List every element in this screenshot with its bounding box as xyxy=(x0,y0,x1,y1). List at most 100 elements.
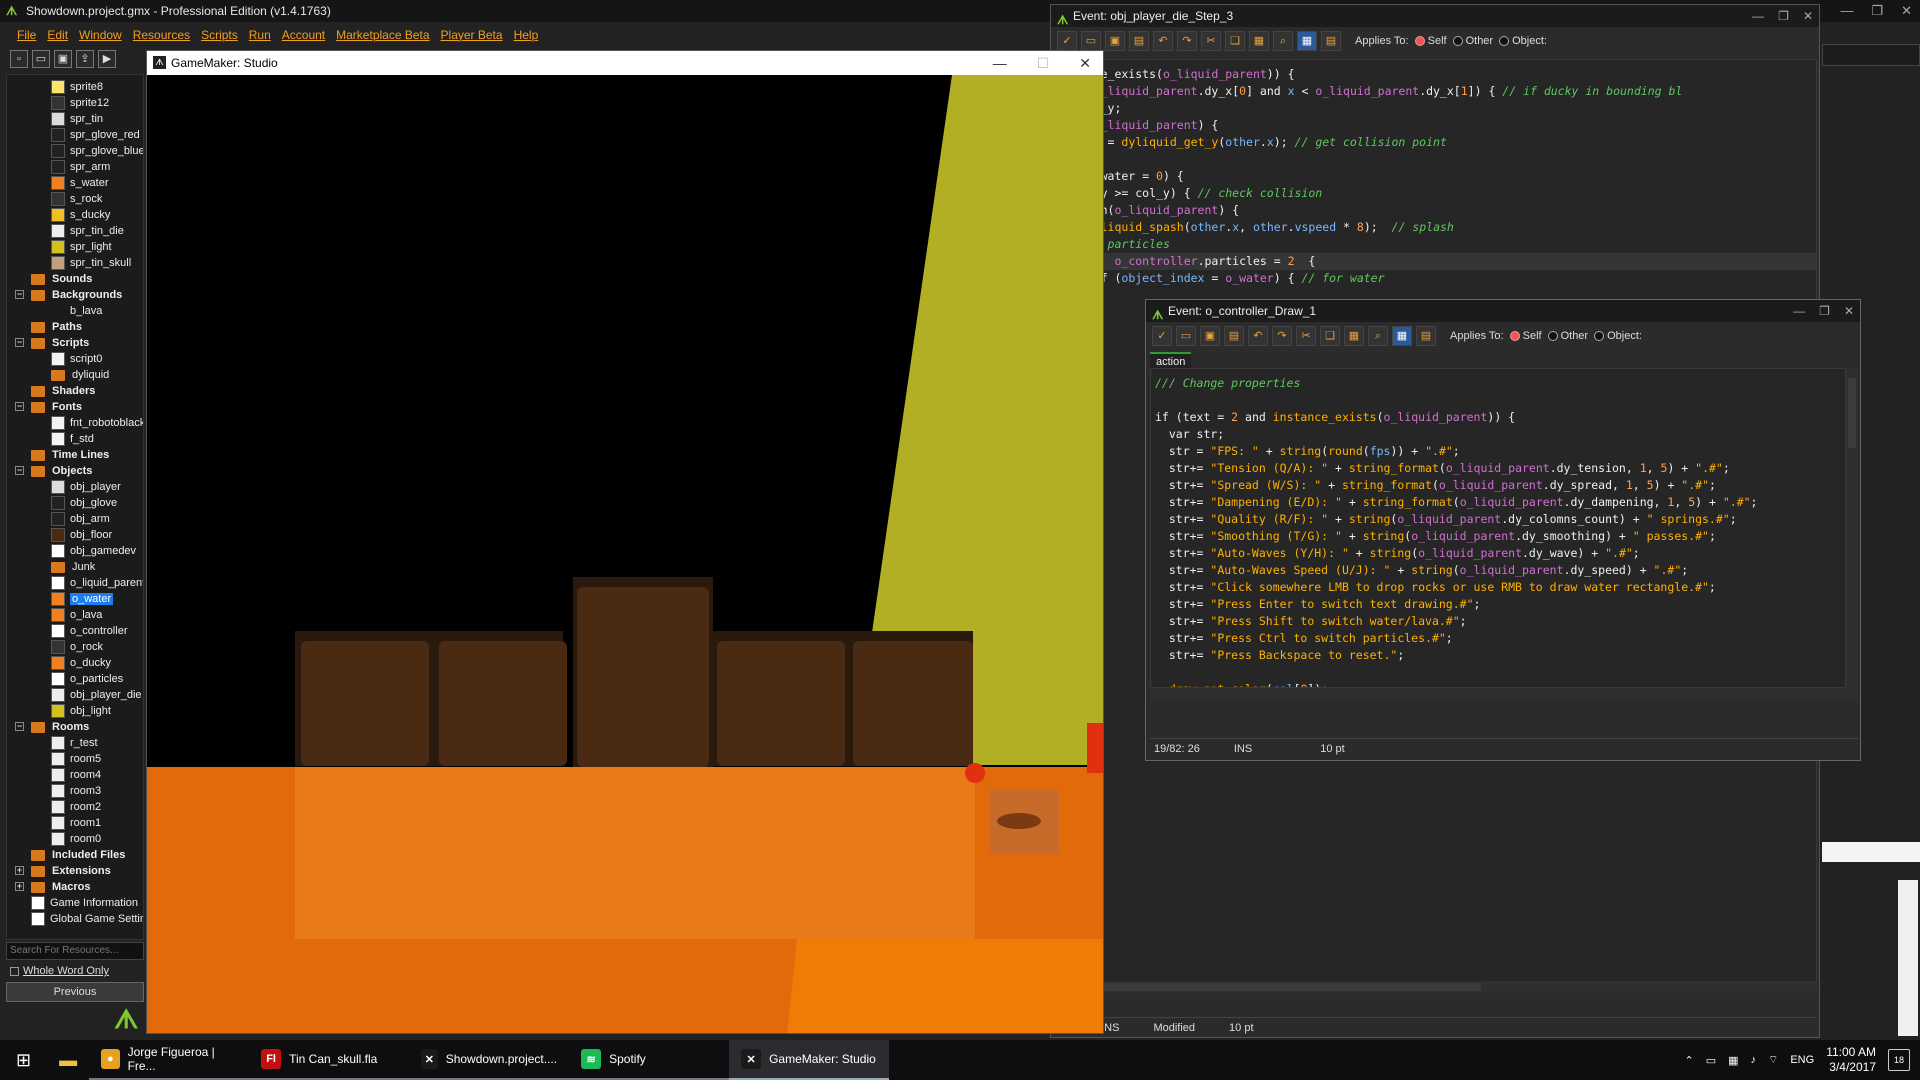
code-text-area[interactable]: /// Change properties if (text = 2 and in… xyxy=(1150,368,1846,688)
clock[interactable]: 11:00 AM 3/4/2017 xyxy=(1826,1045,1876,1075)
close-icon[interactable]: ✕ xyxy=(1079,51,1091,75)
self-radio[interactable]: Self xyxy=(1509,330,1542,342)
menu-scripts[interactable]: Scripts xyxy=(201,24,238,46)
tree-item[interactable]: obj_floor xyxy=(51,527,112,543)
save-icon[interactable]: ▣ xyxy=(54,50,72,68)
new-file-icon[interactable]: ▫ xyxy=(10,50,28,68)
resource-search-input[interactable]: Search For Resources... xyxy=(6,942,144,960)
game-title-bar[interactable]: ᗑ GameMaker: Studio — ☐ ✕ xyxy=(147,51,1103,75)
search-icon[interactable]: ⌕ xyxy=(1273,31,1293,51)
tree-item[interactable]: o_ducky xyxy=(51,655,111,671)
tree-item[interactable]: spr_glove_red xyxy=(51,127,140,143)
redo-icon[interactable]: ↷ xyxy=(1272,326,1292,346)
search-icon[interactable]: ⌕ xyxy=(1368,326,1388,346)
tree-item[interactable]: obj_arm xyxy=(51,511,110,527)
tree-item[interactable]: dyliquid xyxy=(51,367,109,383)
tree-item[interactable]: script0 xyxy=(51,351,102,367)
close-icon[interactable]: ✕ xyxy=(1844,300,1854,322)
collapse-icon[interactable]: − xyxy=(15,466,24,475)
battery-icon[interactable]: ▭ xyxy=(1706,1054,1716,1067)
tree-folder[interactable]: − Rooms xyxy=(15,719,89,735)
grid-icon[interactable]: ▦ xyxy=(1392,326,1412,346)
other-radio[interactable]: Other xyxy=(1547,330,1588,342)
tree-folder[interactable]: − Backgrounds xyxy=(15,287,122,303)
tree-item[interactable]: spr_tin_die xyxy=(51,223,124,239)
save-icon[interactable]: ▣ xyxy=(1105,31,1125,51)
tree-item[interactable]: b_lava xyxy=(51,303,102,319)
collapse-icon[interactable]: − xyxy=(15,402,24,411)
tree-item[interactable]: o_water xyxy=(51,591,114,607)
minimize-icon[interactable]: — xyxy=(1840,0,1853,22)
scrollbar-thumb[interactable] xyxy=(1848,378,1856,448)
tree-item[interactable]: obj_player_die xyxy=(51,687,142,703)
paste-icon[interactable]: ▦ xyxy=(1344,326,1364,346)
tree-item[interactable]: spr_tin_skull xyxy=(51,255,131,271)
grid-icon[interactable]: ▦ xyxy=(1297,31,1317,51)
self-radio[interactable]: Self xyxy=(1414,35,1447,47)
tree-item[interactable]: o_liquid_parent xyxy=(51,575,143,591)
tree-item[interactable]: obj_light xyxy=(51,703,111,719)
start-button[interactable]: ⊞ xyxy=(0,1040,47,1080)
open-icon[interactable]: ▭ xyxy=(1176,326,1196,346)
tree-item[interactable]: room1 xyxy=(51,815,101,831)
code-editor-title-bar[interactable]: ᗑ Event: obj_player_die_Step_3 — ❐ ✕ xyxy=(1051,5,1819,27)
tree-folder[interactable]: − Objects xyxy=(15,463,92,479)
collapse-icon[interactable]: − xyxy=(15,722,24,731)
menu-resources[interactable]: Resources xyxy=(133,24,190,46)
open-icon[interactable]: ▭ xyxy=(1081,31,1101,51)
tree-folder[interactable]: Paths xyxy=(31,319,82,335)
tree-item[interactable]: fnt_robotoblack xyxy=(51,415,143,431)
tree-item[interactable]: sprite12 xyxy=(51,95,109,111)
close-icon[interactable]: ✕ xyxy=(1901,0,1912,22)
check-icon[interactable]: ✓ xyxy=(1057,31,1077,51)
collapse-icon[interactable]: − xyxy=(15,338,24,347)
code-editor-title-bar[interactable]: ᗑ Event: o_controller_Draw_1 — ❐ ✕ xyxy=(1146,300,1860,322)
tab-action[interactable]: action xyxy=(1150,352,1192,368)
tree-folder[interactable]: + Macros xyxy=(15,879,91,895)
menu-account[interactable]: Account xyxy=(282,24,325,46)
menu-edit[interactable]: Edit xyxy=(47,24,68,46)
taskbar-item[interactable]: ● Jorge Figueroa | Fre... xyxy=(89,1040,250,1080)
maximize-icon[interactable]: ❐ xyxy=(1778,5,1789,27)
network-icon[interactable]: ▦ xyxy=(1728,1054,1738,1067)
taskbar-item[interactable]: Fl Tin Can_skull.fla xyxy=(249,1040,410,1080)
expand-icon[interactable]: + xyxy=(15,882,24,891)
tree-item[interactable]: spr_arm xyxy=(51,159,110,175)
menu-help[interactable]: Help xyxy=(514,24,539,46)
copy-icon[interactable]: ❏ xyxy=(1225,31,1245,51)
tree-item[interactable]: obj_player xyxy=(51,479,121,495)
taskbar-item[interactable]: ≋ Spotify xyxy=(569,1040,730,1080)
check-icon[interactable]: ✓ xyxy=(1152,326,1172,346)
paste-icon[interactable]: ▦ xyxy=(1249,31,1269,51)
maximize-icon[interactable]: ☐ xyxy=(1037,51,1050,75)
tree-item[interactable]: room0 xyxy=(51,831,101,847)
collapse-icon[interactable]: − xyxy=(15,290,24,299)
object-radio[interactable]: Object: xyxy=(1499,35,1547,47)
maximize-icon[interactable]: ❐ xyxy=(1871,0,1883,22)
tree-item[interactable]: s_ducky xyxy=(51,207,110,223)
maximize-icon[interactable]: ❐ xyxy=(1819,300,1830,322)
whole-word-checkbox[interactable]: Whole Word Only xyxy=(6,962,144,980)
wifi-icon[interactable]: ⌔ xyxy=(1768,1053,1778,1067)
undo-icon[interactable]: ↶ xyxy=(1153,31,1173,51)
horizontal-scrollbar[interactable] xyxy=(1061,981,1817,993)
tree-item[interactable]: room3 xyxy=(51,783,101,799)
undo-icon[interactable]: ↶ xyxy=(1248,326,1268,346)
tree-item[interactable]: Junk xyxy=(51,559,95,575)
tree-item[interactable]: f_std xyxy=(51,431,94,447)
tree-item[interactable]: room2 xyxy=(51,799,101,815)
tree-item[interactable]: room5 xyxy=(51,751,101,767)
tree-item[interactable]: o_rock xyxy=(51,639,103,655)
cut-icon[interactable]: ✂ xyxy=(1296,326,1316,346)
menu-run[interactable]: Run xyxy=(249,24,271,46)
background-scrollbar[interactable] xyxy=(1898,880,1918,1036)
tree-folder[interactable]: Sounds xyxy=(31,271,92,287)
tree-item[interactable]: o_controller xyxy=(51,623,127,639)
taskbar-item[interactable]: ✕ GameMaker: Studio xyxy=(729,1040,890,1080)
game-canvas[interactable] xyxy=(147,75,1104,1034)
tree-item[interactable]: spr_light xyxy=(51,239,112,255)
page-icon[interactable]: ▤ xyxy=(1416,326,1436,346)
tree-item[interactable]: room4 xyxy=(51,767,101,783)
tree-item[interactable]: s_water xyxy=(51,175,109,191)
tree-folder[interactable]: Time Lines xyxy=(31,447,109,463)
